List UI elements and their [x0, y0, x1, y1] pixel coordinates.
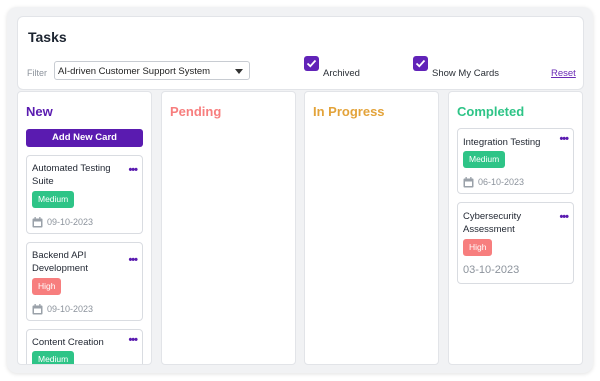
column-title-completed: Completed [457, 104, 525, 119]
task-card[interactable]: Integration Testing ••• Medium 06-10-202… [457, 128, 574, 194]
priority-badge: Medium [463, 151, 506, 168]
filter-label: Filter [27, 68, 47, 78]
column-title-pending: Pending [170, 104, 222, 119]
card-title-line1: Integration Testing [463, 137, 541, 148]
card-date-text: 09-10-2023 [47, 304, 94, 314]
priority-badge: High [32, 278, 62, 295]
toolbar: Tasks Filter AI-driven Customer Support … [17, 16, 584, 90]
tasks-board: Tasks Filter AI-driven Customer Support … [7, 7, 593, 373]
column-pending: Pending [161, 91, 296, 365]
card-title-line1: Cybersecurity [463, 211, 522, 222]
card-date: 06-10-2023 [463, 177, 524, 188]
chevron-down-icon [235, 69, 243, 74]
card-title-line1: Content Creation [32, 337, 104, 348]
priority-badge: High [463, 239, 493, 256]
checkmark-icon [306, 59, 317, 68]
add-new-card-button[interactable]: Add New Card [26, 129, 143, 147]
show-my-cards-checkbox[interactable] [413, 56, 428, 71]
card-title-line1: Automated Testing [32, 163, 111, 174]
more-dots-icon[interactable]: ••• [559, 133, 569, 145]
priority-badge: Medium [32, 191, 75, 208]
priority-badge: Medium [32, 351, 75, 364]
filter-select-value: AI-driven Customer Support System [58, 66, 211, 77]
task-card[interactable]: Automated Testing Suite ••• Medium 09-10… [26, 155, 143, 234]
calendar-icon [32, 217, 43, 228]
more-dots-icon[interactable]: ••• [128, 254, 138, 266]
card-title-line2: Suite [32, 176, 54, 187]
column-new: New Add New Card Automated Testing Suite… [17, 91, 152, 365]
card-date: 09-10-2023 [32, 217, 93, 228]
page-title: Tasks [28, 29, 67, 45]
reset-link[interactable]: Reset [551, 68, 576, 79]
more-dots-icon[interactable]: ••• [128, 334, 138, 346]
column-in-progress: In Progress [304, 91, 439, 365]
calendar-icon [32, 304, 43, 315]
card-date-text: 06-10-2023 [478, 177, 525, 187]
more-dots-icon[interactable]: ••• [128, 164, 138, 176]
task-card[interactable]: Cybersecurity Assessment ••• High 03-10-… [457, 202, 574, 284]
card-title-line2: Assessment [463, 224, 515, 235]
archived-checkbox[interactable] [304, 56, 319, 71]
filter-select[interactable]: AI-driven Customer Support System [54, 61, 250, 80]
archived-label[interactable]: Archived [323, 68, 360, 79]
show-my-cards-label[interactable]: Show My Cards [432, 68, 499, 79]
more-dots-icon[interactable]: ••• [559, 211, 569, 223]
calendar-icon [463, 177, 474, 188]
column-completed: Completed Integration Testing ••• Medium… [448, 91, 583, 365]
checkmark-icon [415, 59, 426, 68]
card-date: 09-10-2023 [32, 304, 93, 315]
task-card[interactable]: Backend API Development ••• High 09-10-2… [26, 242, 143, 321]
card-title-line2: Development [32, 263, 88, 274]
task-card[interactable]: Content Creation ••• Medium [26, 329, 143, 364]
column-title-in-progress: In Progress [313, 104, 385, 119]
card-date: 03-10-2023 [463, 264, 520, 276]
card-date-text: 09-10-2023 [47, 217, 94, 227]
card-title-line1: Backend API [32, 250, 87, 261]
column-title-new: New [26, 104, 53, 119]
